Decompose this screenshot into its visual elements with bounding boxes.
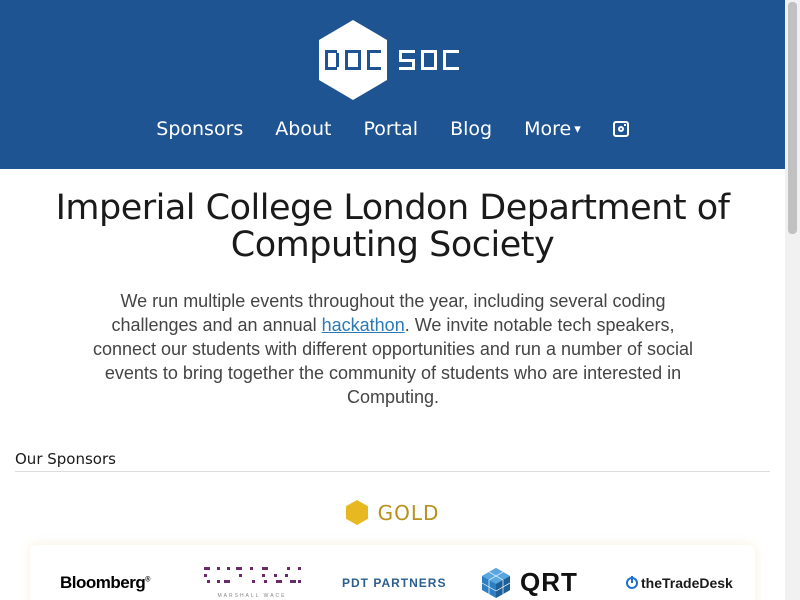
scrollbar[interactable] xyxy=(785,0,800,600)
sponsor-logo-thetradedesk[interactable]: theTradeDesk xyxy=(626,575,733,591)
docsoc-logo[interactable] xyxy=(317,20,469,100)
nav-item-label: More xyxy=(524,118,572,140)
sponsor-logos: Bloomberg® MARSHALL WACE PDT PARTNERS QR… xyxy=(30,545,755,600)
sponsor-logo-bloomberg[interactable]: Bloomberg® xyxy=(60,573,150,593)
sponsor-logo-pdt-partners[interactable]: PDT PARTNERS xyxy=(342,576,446,590)
thetradedesk-wordmark: theTradeDesk xyxy=(641,575,733,591)
registered-mark: ® xyxy=(145,576,150,584)
nav-item-sponsors[interactable]: Sponsors xyxy=(156,118,243,140)
nav-item-label: Portal xyxy=(363,118,419,140)
nav-item-label: Sponsors xyxy=(156,118,244,140)
sponsor-logo-qrt[interactable]: QRT xyxy=(482,567,578,598)
page-title: Imperial College London Department of Co… xyxy=(55,188,730,265)
nav-item-blog[interactable]: Blog xyxy=(450,118,492,140)
hackathon-link[interactable]: hackathon xyxy=(322,315,405,335)
nav-item-more[interactable]: More ▾ xyxy=(524,118,581,140)
tier-label: GOLD xyxy=(377,500,440,525)
gold-hexagon-icon xyxy=(345,500,368,525)
nav-item-portal[interactable]: Portal xyxy=(363,118,418,140)
bloomberg-wordmark: Bloomberg xyxy=(60,573,146,592)
marshall-wace-caption: MARSHALL WACE xyxy=(218,593,287,599)
qrt-wordmark: QRT xyxy=(520,567,578,597)
site-header: Sponsors About Portal Blog More ▾ xyxy=(0,0,785,169)
sponsors-section-title: Our Sponsors xyxy=(15,450,116,468)
sponsor-tier-gold: GOLD xyxy=(0,500,785,525)
sponsor-logo-marshall-wace[interactable]: MARSHALL WACE xyxy=(202,565,302,600)
intro-paragraph: We run multiple events throughout the ye… xyxy=(88,289,698,409)
power-icon xyxy=(626,576,638,589)
caret-down-icon: ▾ xyxy=(574,121,581,137)
nav-item-label: Blog xyxy=(450,118,493,140)
nav-item-instagram[interactable] xyxy=(612,121,629,137)
section-divider xyxy=(15,471,770,472)
nav-item-label: About xyxy=(275,118,332,140)
instagram-icon xyxy=(612,121,629,137)
nav-item-about[interactable]: About xyxy=(275,118,331,140)
qrt-cube-icon xyxy=(482,567,510,598)
page: Sponsors About Portal Blog More ▾ Imperi… xyxy=(0,0,785,600)
pdt-wordmark: PDT PARTNERS xyxy=(342,576,447,590)
scrollbar-thumb[interactable] xyxy=(788,2,797,234)
main-nav: Sponsors About Portal Blog More ▾ xyxy=(0,118,785,140)
